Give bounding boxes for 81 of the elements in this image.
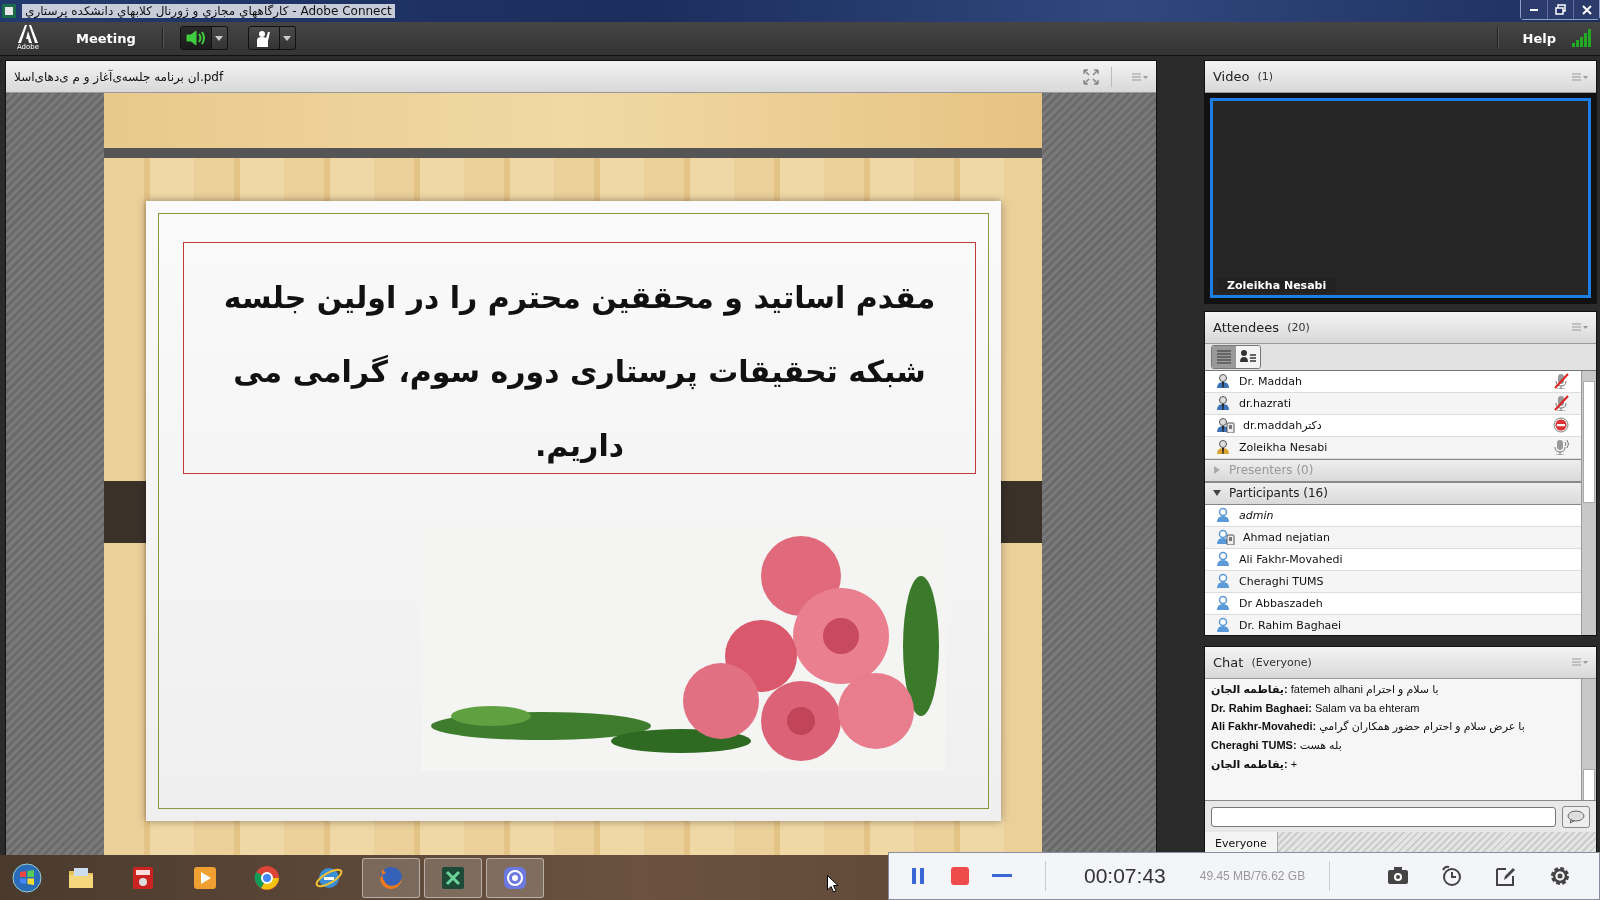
- list-icon: [1216, 348, 1232, 365]
- attendee-name: Dr. Rahim Baghaei: [1239, 618, 1342, 632]
- taskbar-button[interactable]: [486, 857, 544, 898]
- minimize-icon: [992, 874, 1012, 878]
- attendee-name: admin: [1239, 508, 1274, 522]
- person-list-icon: [1240, 348, 1256, 365]
- attendee-row[interactable]: Dr. Maddah: [1205, 370, 1581, 393]
- blocked-icon: [1553, 417, 1569, 434]
- chat-message: یفاطمه الجان: fatemeh alhani با سلام و احترام: [1211, 682, 1440, 696]
- taskbar-button[interactable]: [424, 857, 482, 898]
- pencil-icon: [1495, 865, 1517, 887]
- close-icon: [1580, 3, 1593, 16]
- attendee-row[interactable]: dr.hazrati: [1205, 392, 1581, 415]
- fullscreen-icon[interactable]: [1083, 68, 1099, 85]
- speaker-button[interactable]: [179, 26, 212, 51]
- stop-icon: [951, 867, 969, 885]
- chat-message: Dr. Rahim Baghaei: Salam va ba ehteram: [1211, 701, 1421, 714]
- pod-count: (Everyone): [1251, 655, 1312, 669]
- attendee-row[interactable]: Zoleikha Nesabi: [1205, 436, 1581, 459]
- view-mode-button[interactable]: [1236, 345, 1260, 368]
- alarm-clock-icon: [1441, 865, 1463, 887]
- section-label: Participants (16): [1229, 486, 1328, 501]
- chat-message: یفاطمه الجان: +: [1211, 757, 1299, 771]
- pod-count: (20): [1287, 320, 1310, 334]
- storage-usage: 49.45 MB/76.62 GB: [1199, 869, 1306, 883]
- file-name: ان برنامه جلسه‌ی‌آغاز و م ی‌دهای‌اسلا.pdf: [14, 69, 224, 84]
- muted-mic-icon: [1553, 395, 1569, 412]
- attendee-name: dr.maddahدکتر: [1243, 418, 1322, 432]
- speech-bubble-icon: [1567, 809, 1585, 824]
- scroll-thumb[interactable]: [1583, 380, 1595, 503]
- chat-input-field[interactable]: [1211, 806, 1556, 827]
- attendee-row[interactable]: Ali Fakhr-Movahedi: [1205, 548, 1581, 571]
- meeting-menu[interactable]: Meeting: [76, 30, 136, 46]
- pause-icon: [910, 867, 926, 885]
- help-menu[interactable]: Help: [1522, 30, 1556, 46]
- section-header[interactable]: Participants (16): [1205, 481, 1581, 505]
- camera-icon: [1387, 865, 1409, 887]
- scroll-thumb[interactable]: [1583, 768, 1595, 800]
- attendee-row[interactable]: Dr. Rahim Baghaei: [1205, 614, 1581, 635]
- scrollbar[interactable]: [1581, 370, 1596, 635]
- signal-icon: [1572, 29, 1592, 48]
- speaking-mic-icon: [1553, 439, 1569, 456]
- pod-title: Chat: [1213, 654, 1244, 670]
- pod-count: (1): [1257, 70, 1274, 83]
- caret-icon: [215, 35, 224, 41]
- app-icon: [2, 3, 16, 18]
- raise-hand-button[interactable]: [247, 26, 280, 51]
- section-label: Presenters (0): [1229, 463, 1314, 478]
- slide-title: مقدم اساتید و محققین محترم را در اولین جلسه شبکه تحقیقات پرستاری دوره سوم، گرامی می داریم.: [222, 279, 937, 466]
- caret-icon: [283, 35, 292, 41]
- chat-tab[interactable]: Everyone: [1205, 832, 1278, 854]
- attendee-name: Zoleikha Nesabi: [1239, 440, 1328, 454]
- restore-icon: [1554, 3, 1567, 16]
- attendee-row[interactable]: Cheraghi TUMS: [1205, 570, 1581, 593]
- scrollbar[interactable]: [1581, 678, 1596, 800]
- attendee-name: Cheraghi TUMS: [1239, 574, 1324, 588]
- attendee-name: Ahmad nejatian: [1243, 530, 1331, 544]
- muted-mic-icon: [1553, 373, 1569, 390]
- attendee-name: Dr Abbaszadeh: [1239, 596, 1323, 610]
- attendee-row[interactable]: dr.maddahدکتر: [1205, 414, 1581, 437]
- person-hand-icon: [254, 29, 273, 48]
- pod-title: Video: [1213, 69, 1250, 84]
- attendee-name: dr.hazrati: [1239, 396, 1292, 410]
- logo-icon: [18, 25, 38, 44]
- attendee-name: Dr. Maddah: [1239, 374, 1302, 388]
- settings-icon: [1549, 865, 1571, 887]
- attendee-name: Ali Fakhr-Movahedi: [1239, 552, 1343, 566]
- window-title: کارگاههاي مجازي و ژورنال کلابهاي دانشکده پرستاري - Adobe Connect: [22, 3, 395, 18]
- pod-title: Attendees: [1213, 319, 1280, 335]
- cursor-icon: [827, 875, 839, 893]
- recording-time: 00:07:43: [1084, 864, 1166, 888]
- attendee-row[interactable]: Ahmad nejatian: [1205, 526, 1581, 549]
- minimize-button[interactable]: [1521, 0, 1547, 19]
- attendee-row[interactable]: admin: [1205, 504, 1581, 527]
- feed-label: Zoleikha Nesabi: [1217, 277, 1337, 293]
- close-button[interactable]: [1573, 0, 1599, 19]
- restore-button[interactable]: [1547, 0, 1573, 19]
- minimize-icon: [1530, 8, 1538, 11]
- windows-orb-icon: [12, 862, 42, 893]
- attendee-row[interactable]: Dr Abbaszadeh: [1205, 592, 1581, 615]
- send-button[interactable]: [1562, 805, 1590, 828]
